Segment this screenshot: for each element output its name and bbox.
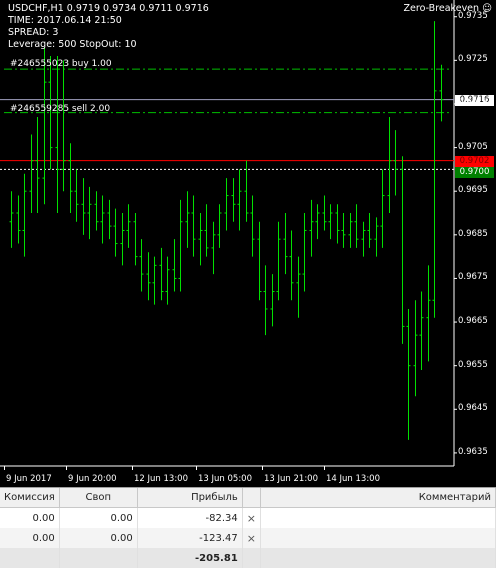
total-empty [242, 548, 262, 568]
y-tick-label: 0.9715 [458, 97, 488, 108]
col-profit[interactable]: Прибыль [137, 488, 243, 508]
terminal-panel: Комиссия Своп Прибыль Комментарий 0.00 0… [0, 487, 496, 585]
col-close[interactable] [242, 488, 262, 508]
y-tick-label: 0.9635 [458, 446, 488, 457]
profit-cell: -123.47 [137, 528, 243, 548]
chart-canvas [0, 0, 457, 470]
comment-cell [260, 507, 496, 528]
spread-line: SPREAD: 3 [8, 27, 59, 38]
x-tick-label: 12 Jun 13:00 [134, 474, 188, 484]
red-level-tag: 0.9702 [455, 155, 494, 167]
y-tick-label: 0.9695 [458, 185, 488, 196]
col-comment[interactable]: Комментарий [260, 488, 496, 508]
close-icon[interactable]: × [242, 507, 262, 528]
swap-cell: 0.00 [59, 507, 138, 528]
leverage-line: Leverage: 500 StopOut: 10 [8, 39, 137, 50]
total-empty [260, 548, 496, 568]
col-swap[interactable]: Своп [59, 488, 138, 508]
total-profit: -205.81 [137, 548, 243, 568]
order-label-buy[interactable]: #246555023 buy 1.00 [10, 59, 112, 69]
x-tick-label: 13 Jun 05:00 [198, 474, 252, 484]
time-line: TIME: 2017.06.14 21:50 [8, 15, 122, 26]
profit-cell: -82.34 [137, 507, 243, 528]
table-row[interactable]: 0.00 0.00 -82.34 × [0, 507, 496, 528]
y-tick-label: 0.9685 [458, 228, 488, 239]
x-tick-label: 14 Jun 13:00 [326, 474, 380, 484]
swap-cell: 0.00 [59, 528, 138, 548]
y-tick-label: 0.9735 [458, 10, 488, 21]
table-row[interactable]: 0.00 0.00 -123.47 × [0, 528, 496, 548]
y-tick-label: 0.9655 [458, 359, 488, 370]
x-tick-label: 13 Jun 21:00 [264, 474, 318, 484]
comment-cell [260, 528, 496, 548]
order-label-sell[interactable]: #246559285 sell 2.00 [10, 104, 110, 114]
y-tick-label: 0.9705 [458, 141, 488, 152]
y-tick-label: 0.9665 [458, 316, 488, 327]
price-chart[interactable]: USDCHF,H1 0.9719 0.9734 0.9711 0.9716 TI… [0, 0, 496, 487]
commission-cell: 0.00 [0, 528, 60, 548]
y-tick-label: 0.9675 [458, 272, 488, 283]
total-empty [0, 548, 60, 568]
symbol-line: USDCHF,H1 0.9719 0.9734 0.9711 0.9716 [8, 3, 209, 14]
x-tick-label: 9 Jun 20:00 [68, 474, 117, 484]
trade-table: Комиссия Своп Прибыль Комментарий 0.00 0… [0, 488, 496, 568]
total-row: -205.81 [0, 548, 496, 568]
table-header: Комиссия Своп Прибыль Комментарий [0, 488, 496, 508]
x-tick-label: 9 Jun 2017 [6, 474, 52, 484]
col-commission[interactable]: Комиссия [0, 488, 60, 508]
green-level-tag: 0.9700 [455, 166, 494, 178]
commission-cell: 0.00 [0, 507, 60, 528]
y-tick-label: 0.9725 [458, 54, 488, 65]
close-icon[interactable]: × [242, 528, 262, 548]
total-empty [59, 548, 138, 568]
y-tick-label: 0.9645 [458, 403, 488, 414]
